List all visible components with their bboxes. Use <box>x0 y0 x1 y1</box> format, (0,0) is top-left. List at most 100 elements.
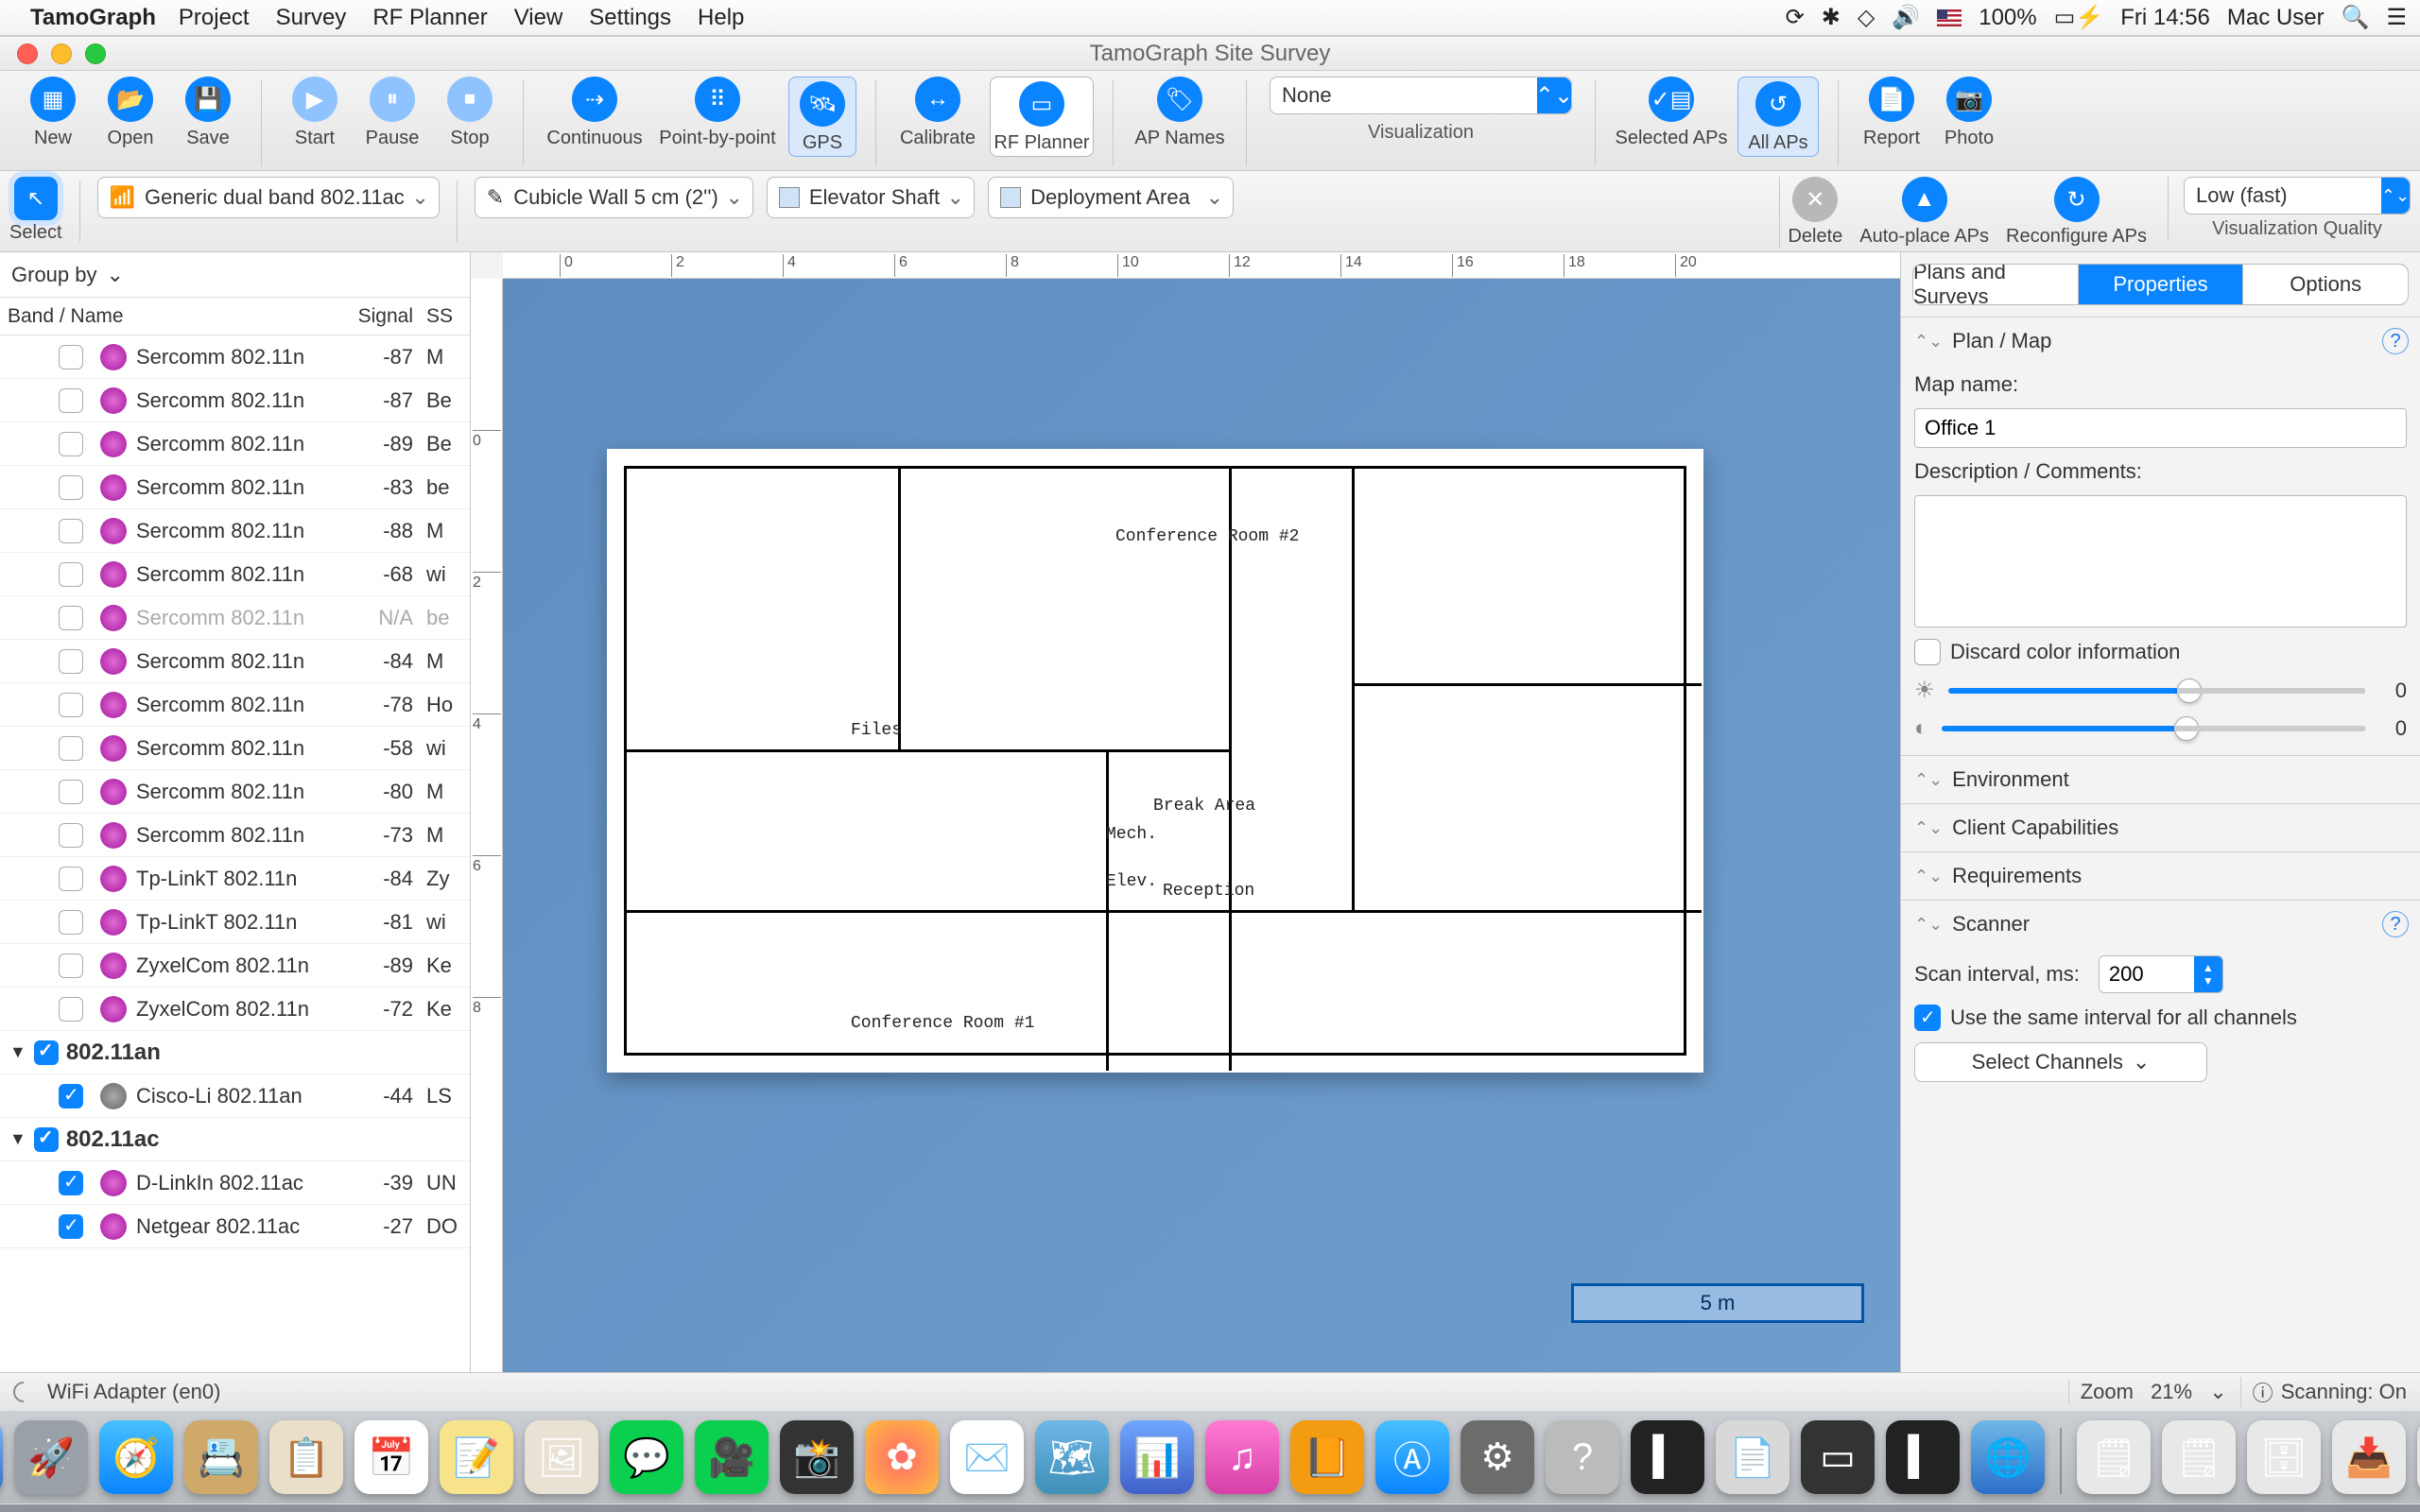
dock-photos-icon[interactable]: ✿ <box>865 1420 939 1494</box>
ap-checkbox[interactable] <box>59 1171 83 1195</box>
dock-photobooth-icon[interactable]: 📸 <box>780 1420 854 1494</box>
ap-row[interactable]: Tp-LinkT 802.11n-81wi <box>0 901 470 944</box>
section-environment[interactable]: ⌃⌄Environment <box>1901 756 2420 803</box>
visualization-select[interactable]: None ⌃⌄ <box>1270 77 1572 114</box>
ap-checkbox[interactable] <box>59 388 83 413</box>
ap-names-button[interactable]: 🏷AP Names <box>1132 77 1227 149</box>
group-by-dropdown[interactable]: Group by⌄ <box>0 252 470 298</box>
section-requirements[interactable]: ⌃⌄Requirements <box>1901 852 2420 900</box>
discard-color-checkbox[interactable]: Discard color information <box>1914 639 2407 665</box>
ap-checkbox[interactable] <box>59 519 83 543</box>
new-button[interactable]: ▦New <box>19 77 87 149</box>
ap-row[interactable]: Cisco-Li 802.11an-44LS <box>0 1074 470 1118</box>
dock-doc2-icon[interactable]: 🗒 <box>2162 1420 2236 1494</box>
dock-launchpad-icon[interactable]: 🚀 <box>14 1420 88 1494</box>
selected-aps-button[interactable]: ✓▤Selected APs <box>1615 77 1728 157</box>
rf-planner-button[interactable]: ▭RF Planner <box>990 77 1094 157</box>
dock-calendar-icon[interactable]: 📅 <box>354 1420 428 1494</box>
sync-icon[interactable]: ⟳ <box>1786 4 1805 31</box>
dock-contacts-icon[interactable]: 📇 <box>184 1420 258 1494</box>
bluetooth-icon[interactable]: ✱ <box>1822 4 1841 31</box>
select-channels-button[interactable]: Select Channels⌄ <box>1914 1042 2207 1082</box>
dock-textedit-icon[interactable]: 📄 <box>1716 1420 1789 1494</box>
dock-appstore-icon[interactable]: Ⓐ <box>1375 1420 1449 1494</box>
ap-checkbox[interactable] <box>59 606 83 630</box>
save-button[interactable]: 💾Save <box>174 77 242 149</box>
spotlight-icon[interactable]: 🔍 <box>2342 4 2370 31</box>
all-aps-button[interactable]: ↺All APs <box>1737 77 1819 157</box>
same-interval-checkbox[interactable]: Use the same interval for all channels <box>1914 1005 2407 1031</box>
ap-row[interactable]: Sercomm 802.11n-80M <box>0 770 470 814</box>
reconfigure-aps-button[interactable]: ↻Reconfigure APs <box>2006 177 2147 248</box>
col-name[interactable]: Band / Name <box>0 305 336 328</box>
ap-checkbox[interactable] <box>59 1214 83 1239</box>
ap-checkbox[interactable] <box>59 475 83 500</box>
ap-row[interactable]: Netgear 802.11ac-27DO <box>0 1205 470 1248</box>
ap-checkbox[interactable] <box>59 736 83 761</box>
ap-checkbox[interactable] <box>59 693 83 717</box>
ap-row[interactable]: Sercomm 802.11n-89Be <box>0 422 470 466</box>
attenuation1-dropdown[interactable]: Elevator Shaft⌄ <box>767 177 975 218</box>
ap-checkbox[interactable] <box>59 997 83 1022</box>
auto-place-aps-button[interactable]: ▲Auto-place APs <box>1859 177 1989 248</box>
gps-button[interactable]: 🛰GPS <box>788 77 856 157</box>
user-name[interactable]: Mac User <box>2227 5 2325 31</box>
dock-notes-icon[interactable]: 📝 <box>440 1420 513 1494</box>
dock-app1-icon[interactable]: ▭ <box>1801 1420 1875 1494</box>
continuous-button[interactable]: ⇢Continuous <box>543 77 647 157</box>
app-menu[interactable]: TamoGraph <box>30 5 156 31</box>
ap-row[interactable]: Tp-LinkT 802.11n-84Zy <box>0 857 470 901</box>
menu-project[interactable]: Project <box>179 5 250 31</box>
calibrate-button[interactable]: ↔Calibrate <box>895 77 980 157</box>
open-button[interactable]: 📂Open <box>96 77 164 149</box>
tab-options[interactable]: Options <box>2243 265 2408 304</box>
dock-reminders-icon[interactable]: 📋 <box>269 1420 343 1494</box>
ap-checkbox[interactable] <box>59 910 83 935</box>
dock-preview-icon[interactable]: 🖼 <box>525 1420 598 1494</box>
ap-row[interactable]: D-LinkIn 802.11ac-39UN <box>0 1161 470 1205</box>
battery-icon[interactable]: ▭⚡ <box>2054 4 2104 31</box>
menu-view[interactable]: View <box>514 5 563 31</box>
wifi-icon[interactable]: ◇ <box>1858 4 1875 31</box>
dock-app3-icon[interactable]: 🌐 <box>1971 1420 2045 1494</box>
select-tool-button[interactable]: ↖Select <box>9 177 62 244</box>
ap-row[interactable]: Sercomm 802.11n-83be <box>0 466 470 509</box>
tab-properties[interactable]: Properties <box>2079 265 2244 304</box>
ap-checkbox[interactable] <box>59 867 83 891</box>
section-plan-map[interactable]: ⌃⌄ Plan / Map ? <box>1901 318 2420 365</box>
ap-checkbox[interactable] <box>59 432 83 456</box>
dock-keynote-icon[interactable]: 📊 <box>1120 1420 1194 1494</box>
wall-type-dropdown[interactable]: ✎ Cubicle Wall 5 cm (2'')⌄ <box>475 177 753 218</box>
point-by-point-button[interactable]: ⠿Point-by-point <box>656 77 779 157</box>
antenna-dropdown[interactable]: 📶 Generic dual band 802.11ac⌄ <box>97 177 440 218</box>
dock-help-icon[interactable]: ? <box>1546 1420 1619 1494</box>
input-source-icon[interactable] <box>1937 9 1962 26</box>
dock-safari-icon[interactable]: 🧭 <box>99 1420 173 1494</box>
col-ssid[interactable]: SS <box>421 305 470 328</box>
clock[interactable]: Fri 14:56 <box>2120 5 2210 31</box>
col-signal[interactable]: Signal <box>336 305 421 328</box>
dock-mail-icon[interactable]: ✉️ <box>950 1420 1024 1494</box>
ap-row[interactable]: Sercomm 802.11n-73M <box>0 814 470 857</box>
visualization-quality-select[interactable]: Low (fast)⌃⌄ <box>2184 177 2411 215</box>
zoom-select[interactable]: Zoom 21% ⌄ <box>2068 1380 2227 1404</box>
section-client-capabilities[interactable]: ⌃⌄Client Capabilities <box>1901 804 2420 851</box>
dock-app2-icon[interactable]: ▍ <box>1886 1420 1960 1494</box>
help-icon[interactable]: ? <box>2382 911 2409 937</box>
volume-icon[interactable]: 🔊 <box>1892 4 1920 31</box>
attenuation2-dropdown[interactable]: Deployment Area⌄ <box>988 177 1234 218</box>
group-checkbox[interactable] <box>34 1127 59 1152</box>
dock-ibooks-icon[interactable]: 📙 <box>1290 1420 1364 1494</box>
ap-row[interactable]: Sercomm 802.11n-87M <box>0 335 470 379</box>
ap-row[interactable]: Sercomm 802.11n-87Be <box>0 379 470 422</box>
brightness-slider[interactable] <box>1948 688 2365 694</box>
dock-finder-icon[interactable]: ☺ <box>0 1420 3 1494</box>
ap-group[interactable]: ▼802.11ac <box>0 1118 470 1161</box>
dock-messages-icon[interactable]: 💬 <box>610 1420 683 1494</box>
ap-row[interactable]: Sercomm 802.11n-78Ho <box>0 683 470 727</box>
ap-row[interactable]: Sercomm 802.11n-68wi <box>0 553 470 596</box>
map-canvas[interactable]: Conference Room #2 Files Mech. Break Are… <box>503 279 1900 1372</box>
dock-terminal-icon[interactable]: ▍ <box>1631 1420 1704 1494</box>
dock-downloads-icon[interactable]: 📥 <box>2332 1420 2406 1494</box>
scan-interval-input[interactable]: ▲▼ <box>2099 955 2223 993</box>
